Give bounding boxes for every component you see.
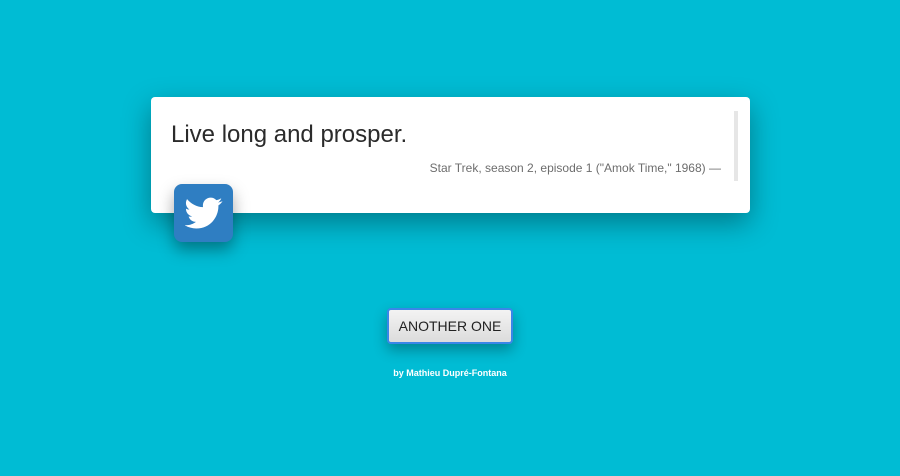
quote-scrollbar <box>734 111 738 181</box>
tweet-button[interactable] <box>174 184 233 242</box>
quote-card: Live long and prosper. Star Trek, season… <box>151 97 750 213</box>
twitter-bird-icon <box>184 197 222 229</box>
author-credit: by Mathieu Dupré-Fontana <box>393 368 507 378</box>
another-one-button[interactable]: ANOTHER ONE <box>387 308 513 344</box>
quote-attribution: Star Trek, season 2, episode 1 ("Amok Ti… <box>429 161 721 175</box>
quote-text: Live long and prosper. <box>171 121 408 148</box>
